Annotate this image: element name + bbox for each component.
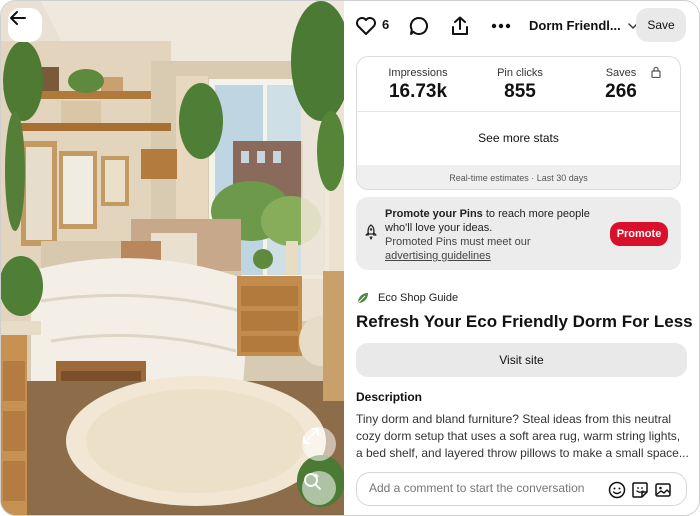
stat-saves: Saves 266 <box>589 67 653 103</box>
stat-value: 266 <box>605 81 637 102</box>
sticker-icon <box>632 482 648 498</box>
comment-icon <box>409 16 428 35</box>
comment-button[interactable] <box>406 13 432 39</box>
stat-pin-clicks: Pin clicks 855 <box>487 67 553 103</box>
stat-label: Pin clicks <box>497 67 543 79</box>
stats-footnote: Real-time estimates · Last 30 days <box>357 165 680 189</box>
back-button[interactable] <box>8 8 42 42</box>
visit-site-button[interactable]: Visit site <box>356 343 687 377</box>
share-button[interactable] <box>447 13 473 39</box>
source-logo-icon <box>357 293 368 304</box>
pin-stats-card: Impressions 16.73k Pin clicks 855 Saves … <box>356 56 681 190</box>
more-options-button[interactable] <box>488 13 514 39</box>
expand-button[interactable] <box>302 427 336 461</box>
promote-card: Promote your Pins to reach more people w… <box>356 197 681 270</box>
lock-icon <box>651 66 661 78</box>
description-text: Tiny dorm and bland furniture? Steal ide… <box>356 412 689 460</box>
see-more-stats-button[interactable]: See more stats <box>357 112 680 164</box>
heart-icon <box>356 17 376 35</box>
promote-headline: Promote your Pins <box>385 208 483 220</box>
promote-text: Promote your Pins to reach more people w… <box>385 207 597 263</box>
pin-toolbar: 6 Dorm Friendl... Save <box>344 1 699 51</box>
save-button[interactable]: Save <box>636 8 686 42</box>
like-button[interactable] <box>353 13 379 39</box>
add-photo-button[interactable] <box>653 480 673 500</box>
rocket-icon <box>365 224 377 240</box>
stat-value: 855 <box>504 81 536 102</box>
emoji-icon <box>608 481 626 499</box>
stat-label: Saves <box>605 67 637 79</box>
pin-closeup-window: 6 Dorm Friendl... Save Impressions 16.73… <box>0 0 700 516</box>
comment-input[interactable] <box>369 481 599 495</box>
stat-label: Impressions <box>388 67 448 79</box>
dorm-room-illustration <box>1 1 344 515</box>
expand-icon <box>303 428 319 444</box>
stat-impressions: Impressions 16.73k <box>385 67 451 103</box>
visual-search-icon <box>304 473 321 490</box>
board-name: Dorm Friendl... <box>529 18 621 33</box>
emoji-button[interactable] <box>607 480 627 500</box>
pin-title: Refresh Your Eco Friendly Dorm For Less <box>356 312 693 331</box>
promote-note: Promoted Pins must meet our <box>385 236 531 248</box>
description-heading: Description <box>356 390 423 404</box>
share-icon <box>452 16 468 35</box>
more-icon <box>491 23 511 29</box>
visual-search-button[interactable] <box>302 471 336 505</box>
pin-image[interactable] <box>1 1 344 515</box>
like-count: 6 <box>382 17 390 32</box>
comment-composer <box>356 472 687 506</box>
pin-details-panel: 6 Dorm Friendl... Save Impressions 16.73… <box>344 1 699 515</box>
source-name: Eco Shop Guide <box>378 292 459 304</box>
promote-button[interactable]: Promote <box>610 222 668 246</box>
pin-source[interactable]: Eco Shop Guide <box>356 291 458 305</box>
back-arrow-icon <box>10 11 26 25</box>
board-selector[interactable]: Dorm Friendl... <box>529 18 638 33</box>
sticker-button[interactable] <box>630 480 650 500</box>
stat-value: 16.73k <box>388 81 448 102</box>
image-icon <box>655 483 671 497</box>
advertising-guidelines-link[interactable]: advertising guidelines <box>385 250 491 262</box>
